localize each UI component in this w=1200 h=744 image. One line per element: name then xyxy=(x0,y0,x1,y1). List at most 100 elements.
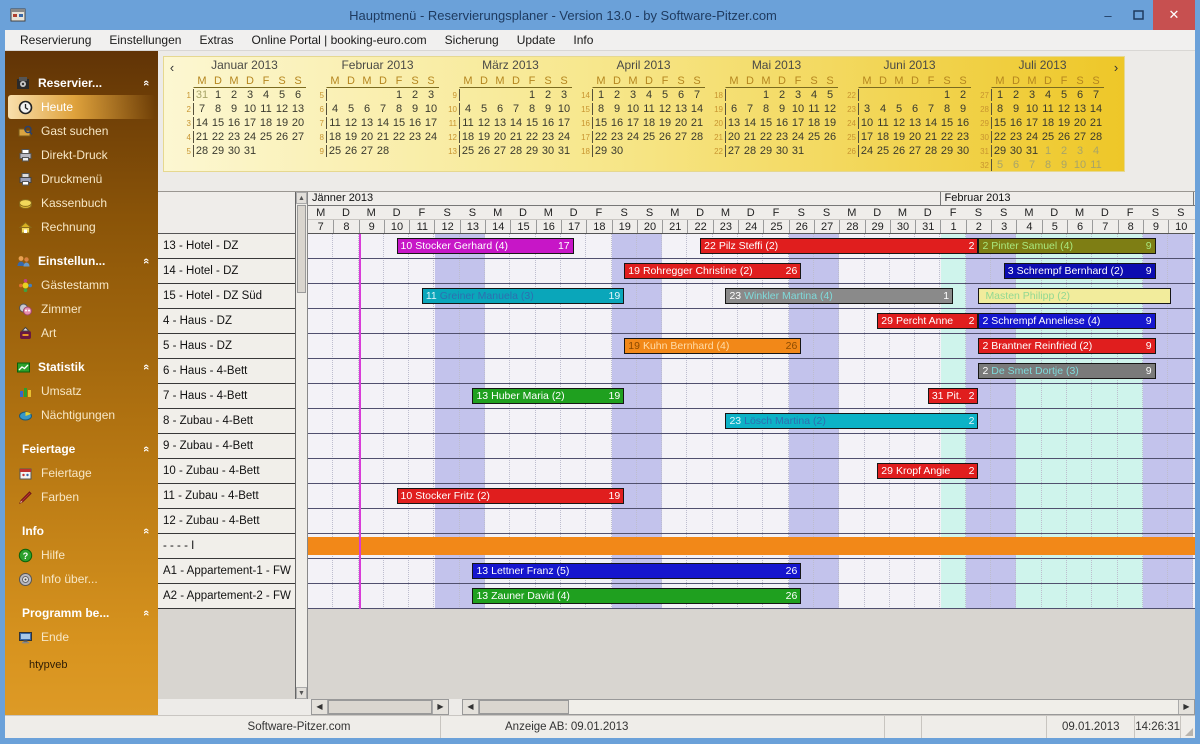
day-cell[interactable] xyxy=(375,89,391,101)
day-cell[interactable]: 6 xyxy=(1008,159,1024,171)
room-row[interactable]: 5 - Haus - DZ xyxy=(158,334,295,359)
day-cell[interactable]: 16 xyxy=(226,117,242,129)
day-cell[interactable]: 25 xyxy=(258,131,274,143)
day-cell[interactable] xyxy=(327,89,343,101)
sidebar-item-umsatz[interactable]: Umsatz xyxy=(5,379,158,403)
day-cell[interactable] xyxy=(726,89,742,101)
day-cell[interactable]: 5 xyxy=(476,103,492,115)
day-cell[interactable]: 2 xyxy=(609,89,625,101)
timeline-day-number[interactable]: 30 xyxy=(890,220,915,233)
day-cell[interactable]: 4 xyxy=(875,103,891,115)
reservation-bar[interactable]: 2De Smet Dortje (3)9 xyxy=(978,363,1155,379)
day-cell[interactable]: 13 xyxy=(907,117,923,129)
day-cell[interactable]: 18 xyxy=(875,131,891,143)
sidebar-item-info-über[interactable]: Info über... xyxy=(5,567,158,591)
day-cell[interactable]: 11 xyxy=(641,103,657,115)
day-cell[interactable]: 28 xyxy=(508,145,524,157)
day-cell[interactable]: 23 xyxy=(407,131,423,143)
day-cell[interactable]: 13 xyxy=(673,103,689,115)
roomlist-hscrollbar[interactable]: ◀ ▶ xyxy=(311,699,449,715)
chevron-up-icon[interactable]: « xyxy=(140,77,152,89)
day-cell[interactable]: 2 xyxy=(1056,145,1072,157)
day-cell[interactable]: 30 xyxy=(609,145,625,157)
day-cell[interactable]: 7 xyxy=(742,103,758,115)
day-cell[interactable]: 31 xyxy=(1024,145,1040,157)
day-cell[interactable]: 11 xyxy=(460,117,476,129)
timeline-day-number[interactable]: 16 xyxy=(536,220,561,233)
day-cell[interactable]: 14 xyxy=(1088,103,1104,115)
day-cell[interactable]: 13 xyxy=(726,117,742,129)
day-cell[interactable]: 3 xyxy=(423,89,439,101)
day-cell[interactable]: 17 xyxy=(423,117,439,129)
timeline-day-number[interactable]: 27 xyxy=(814,220,839,233)
day-cell[interactable]: 5 xyxy=(992,159,1008,171)
reservation-bar[interactable]: 10Stocker Fritz (2)19 xyxy=(397,488,625,504)
day-cell[interactable]: 26 xyxy=(343,145,359,157)
day-cell[interactable]: 15 xyxy=(391,117,407,129)
scroll-right-icon[interactable]: ▶ xyxy=(1178,700,1194,714)
sidebar-section-info[interactable]: Info« xyxy=(5,519,158,543)
vertical-scroll-thumb[interactable] xyxy=(297,205,306,293)
day-cell[interactable]: 4 xyxy=(641,89,657,101)
calendar-prev-icon[interactable]: ‹ xyxy=(166,58,178,170)
day-cell[interactable]: 19 xyxy=(891,131,907,143)
day-cell[interactable] xyxy=(407,145,423,157)
day-cell[interactable]: 25 xyxy=(327,145,343,157)
day-cell[interactable]: 18 xyxy=(1040,117,1056,129)
timeline-day-number[interactable]: 2 xyxy=(966,220,991,233)
scroll-right-icon[interactable]: ▶ xyxy=(432,700,448,714)
day-cell[interactable]: 21 xyxy=(1088,117,1104,129)
timeline-day-number[interactable]: 24 xyxy=(738,220,763,233)
menu-item-einstellungen[interactable]: Einstellungen xyxy=(100,31,190,49)
day-cell[interactable]: 18 xyxy=(327,131,343,143)
day-cell[interactable]: 25 xyxy=(1040,131,1056,143)
day-cell[interactable]: 27 xyxy=(673,131,689,143)
day-cell[interactable]: 23 xyxy=(774,131,790,143)
reservation-bar[interactable]: 2Brantner Reinfried (2)9 xyxy=(978,338,1155,354)
day-cell[interactable]: 9 xyxy=(609,103,625,115)
day-cell[interactable]: 5 xyxy=(891,103,907,115)
day-cell[interactable]: 3 xyxy=(242,89,258,101)
day-cell[interactable] xyxy=(423,145,439,157)
room-row[interactable]: 8 - Zubau - 4-Bett xyxy=(158,409,295,434)
day-cell[interactable]: 2 xyxy=(540,89,556,101)
room-row[interactable]: 14 - Hotel - DZ xyxy=(158,259,295,284)
day-cell[interactable]: 16 xyxy=(955,117,971,129)
day-cell[interactable]: 8 xyxy=(391,103,407,115)
blocked-band[interactable] xyxy=(308,537,1195,555)
day-cell[interactable]: 16 xyxy=(609,117,625,129)
day-cell[interactable]: 5 xyxy=(657,89,673,101)
room-row[interactable]: 10 - Zubau - 4-Bett xyxy=(158,459,295,484)
day-cell[interactable]: 28 xyxy=(194,145,210,157)
day-cell[interactable] xyxy=(290,145,306,157)
day-cell[interactable]: 22 xyxy=(391,131,407,143)
day-cell[interactable]: 19 xyxy=(657,117,673,129)
reservation-bar[interactable]: 22Pilz Steffi (2)2 xyxy=(700,238,978,254)
day-cell[interactable]: 25 xyxy=(460,145,476,157)
day-cell[interactable]: 28 xyxy=(375,145,391,157)
day-cell[interactable]: 2 xyxy=(407,89,423,101)
day-cell[interactable]: 20 xyxy=(290,117,306,129)
day-cell[interactable]: 9 xyxy=(540,103,556,115)
day-cell[interactable]: 1 xyxy=(593,89,609,101)
timeline-day-number[interactable]: 31 xyxy=(915,220,940,233)
day-cell[interactable]: 20 xyxy=(1072,117,1088,129)
day-cell[interactable]: 1 xyxy=(992,89,1008,101)
day-cell[interactable]: 23 xyxy=(226,131,242,143)
sidebar-item-farben[interactable]: Farben xyxy=(5,485,158,509)
chevron-up-icon[interactable]: « xyxy=(140,443,152,455)
maximize-button[interactable] xyxy=(1123,4,1153,26)
day-cell[interactable]: 26 xyxy=(822,131,838,143)
day-cell[interactable]: 14 xyxy=(194,117,210,129)
day-cell[interactable]: 23 xyxy=(955,131,971,143)
chevron-up-icon[interactable]: « xyxy=(140,255,152,267)
day-cell[interactable]: 17 xyxy=(859,131,875,143)
day-cell[interactable]: 6 xyxy=(907,103,923,115)
day-cell[interactable]: 29 xyxy=(524,145,540,157)
day-cell[interactable]: 2 xyxy=(1008,89,1024,101)
day-cell[interactable]: 13 xyxy=(359,117,375,129)
day-cell[interactable]: 11 xyxy=(806,103,822,115)
timeline-scroll-thumb[interactable] xyxy=(479,700,569,714)
day-cell[interactable]: 19 xyxy=(274,117,290,129)
chevron-up-icon[interactable]: « xyxy=(140,361,152,373)
